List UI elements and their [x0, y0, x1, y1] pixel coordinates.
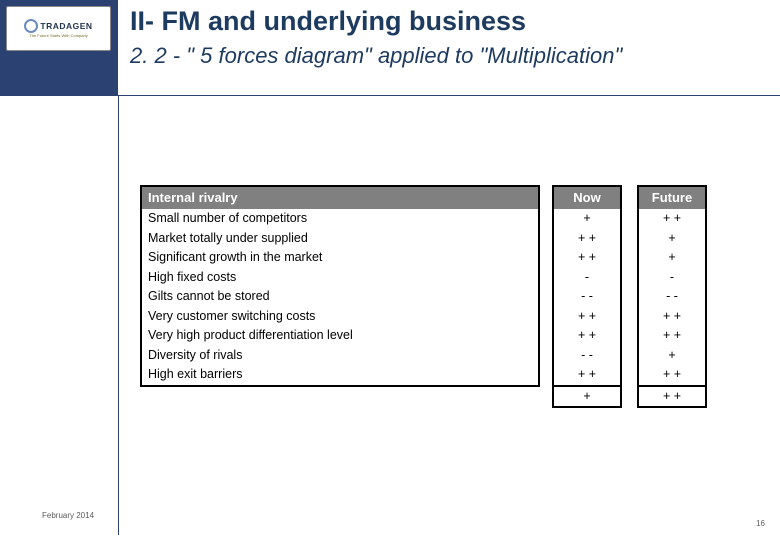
now-cell: - -	[554, 287, 620, 307]
row-label: Very high product differentiation level	[142, 326, 538, 346]
now-cell: + +	[554, 248, 620, 268]
row-label: Very customer switching costs	[142, 307, 538, 327]
row-label: Significant growth in the market	[142, 248, 538, 268]
future-cell: + +	[639, 209, 705, 229]
row-label: Small number of competitors	[142, 209, 538, 229]
now-cell: -	[554, 268, 620, 288]
future-cell: -	[639, 268, 705, 288]
page-title: II- FM and underlying business	[130, 6, 770, 37]
col-category: Internal rivalry Small number of competi…	[140, 185, 540, 387]
now-cell: +	[554, 209, 620, 229]
page-subtitle: 2. 2 - " 5 forces diagram" applied to "M…	[130, 43, 770, 69]
col-future: Future + + + + - - - + + + + + + +	[637, 185, 707, 387]
row-label: High exit barriers	[142, 365, 538, 385]
now-cell: + +	[554, 229, 620, 249]
footer-page-number: 16	[756, 519, 765, 528]
now-cell: + +	[554, 307, 620, 327]
now-cell: - -	[554, 346, 620, 366]
row-label: High fixed costs	[142, 268, 538, 288]
now-header: Now	[554, 187, 620, 209]
logo-tagline: The Future Starts With Company	[29, 33, 87, 38]
row-label: Market totally under supplied	[142, 229, 538, 249]
footer-date: February 2014	[42, 511, 94, 520]
totals-spacer	[140, 385, 540, 408]
category-header: Internal rivalry	[142, 187, 538, 209]
analysis-table: Internal rivalry Small number of competi…	[140, 185, 707, 387]
title-area: II- FM and underlying business 2. 2 - " …	[130, 6, 770, 69]
total-future: + +	[637, 385, 707, 408]
future-cell: +	[639, 229, 705, 249]
future-cell: +	[639, 346, 705, 366]
horizontal-divider	[0, 95, 780, 96]
future-cell: - -	[639, 287, 705, 307]
slide: TRADAGEN The Future Starts With Company …	[0, 0, 780, 540]
header-left-bar: TRADAGEN The Future Starts With Company	[0, 0, 118, 95]
future-header: Future	[639, 187, 705, 209]
row-label: Diversity of rivals	[142, 346, 538, 366]
future-cell: + +	[639, 307, 705, 327]
total-now: +	[552, 385, 622, 408]
logo-brand: TRADAGEN	[40, 21, 92, 31]
totals-row: + + +	[140, 385, 707, 408]
row-label: Gilts cannot be stored	[142, 287, 538, 307]
logo-rings-icon: TRADAGEN	[24, 19, 92, 33]
logo: TRADAGEN The Future Starts With Company	[6, 6, 111, 51]
now-cell: + +	[554, 326, 620, 346]
future-cell: +	[639, 248, 705, 268]
vertical-divider	[118, 95, 119, 535]
now-cell: + +	[554, 365, 620, 385]
future-cell: + +	[639, 365, 705, 385]
future-cell: + +	[639, 326, 705, 346]
col-now: Now + + + + + - - - + + + + - - + +	[552, 185, 622, 387]
